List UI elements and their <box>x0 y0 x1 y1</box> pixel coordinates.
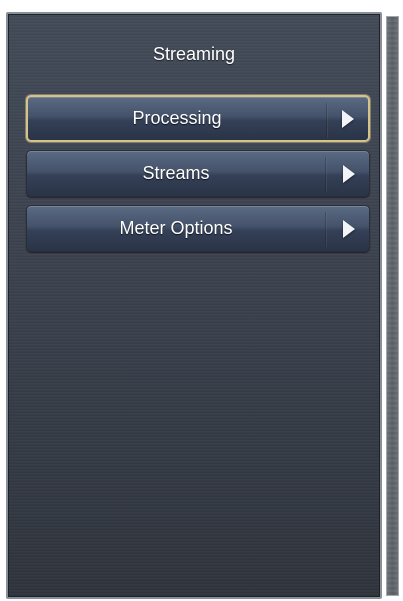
button-divider <box>325 212 327 247</box>
meter-options-menu-button[interactable]: Meter Options <box>26 205 370 252</box>
button-divider <box>326 103 328 138</box>
streams-menu-button[interactable]: Streams <box>26 150 370 197</box>
chevron-right-icon <box>342 109 354 128</box>
processing-label: Processing <box>132 108 222 128</box>
panel-title: Streaming <box>152 44 236 64</box>
app-frame: Streaming Processing Streams Meter Optio… <box>0 0 403 601</box>
vertical-scrollbar[interactable] <box>386 16 399 596</box>
processing-menu-button[interactable]: Processing <box>26 95 370 142</box>
streams-label: Streams <box>142 163 210 183</box>
button-divider <box>325 157 327 192</box>
streaming-menu-panel: Streaming Processing Streams Meter Optio… <box>6 12 382 599</box>
chevron-right-icon <box>343 164 355 183</box>
chevron-right-icon <box>343 219 355 238</box>
meter-options-label: Meter Options <box>119 218 233 238</box>
